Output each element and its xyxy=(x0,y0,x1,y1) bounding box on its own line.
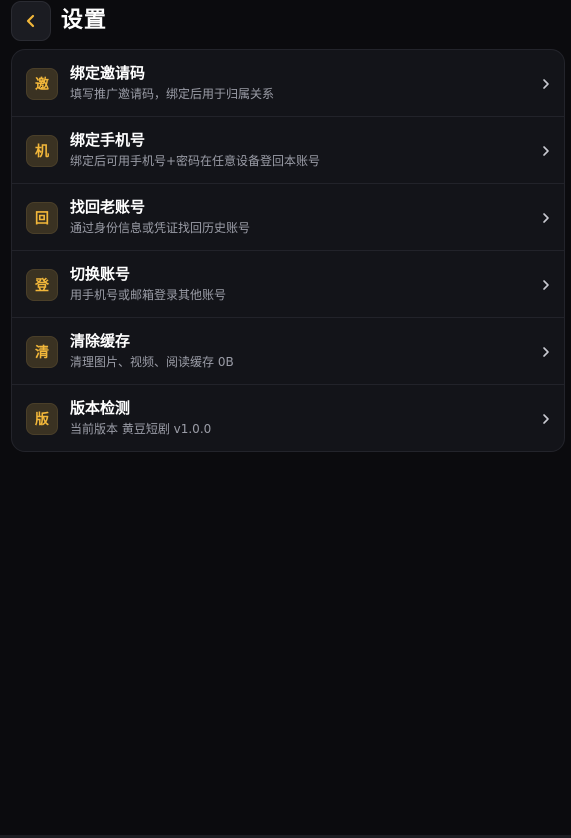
setting-item-description: 用手机号或邮箱登录其他账号 xyxy=(70,288,227,302)
setting-item-bind-invite-code[interactable]: 邀 绑定邀请码 填写推广邀请码，绑定后用于归属关系 xyxy=(12,50,564,117)
page-title: 设置 xyxy=(61,8,108,33)
back-button[interactable] xyxy=(11,1,51,41)
setting-item-title: 清除缓存 xyxy=(70,332,131,350)
chevron-left-icon xyxy=(26,14,35,28)
setting-item-title: 绑定邀请码 xyxy=(70,64,146,82)
setting-item-title: 版本检测 xyxy=(70,399,131,417)
setting-item-version-check[interactable]: 版 版本检测 当前版本 黄豆短剧 v1.0.0 xyxy=(12,385,564,451)
chevron-right-icon xyxy=(543,280,549,290)
chevron-right-icon xyxy=(543,347,549,357)
settings-list: 邀 绑定邀请码 填写推广邀请码，绑定后用于归属关系 机 绑定手机号 绑定后可用手… xyxy=(11,49,565,452)
chevron-right-icon xyxy=(543,79,549,89)
setting-item-recover-account[interactable]: 回 找回老账号 通过身份信息或凭证找回历史账号 xyxy=(12,184,564,251)
setting-item-description: 当前版本 黄豆短剧 v1.0.0 xyxy=(70,422,212,436)
setting-item-switch-account[interactable]: 登 切换账号 用手机号或邮箱登录其他账号 xyxy=(12,251,564,318)
version-badge-icon: 版 xyxy=(26,403,58,435)
setting-item-title: 绑定手机号 xyxy=(70,131,146,149)
setting-item-clear-cache[interactable]: 清 清除缓存 清理图片、视频、阅读缓存 0B xyxy=(12,318,564,385)
clear-badge-icon: 清 xyxy=(26,336,58,368)
setting-item-title: 切换账号 xyxy=(70,265,131,283)
chevron-right-icon xyxy=(543,146,549,156)
setting-item-bind-phone[interactable]: 机 绑定手机号 绑定后可用手机号+密码在任意设备登回本账号 xyxy=(12,117,564,184)
setting-item-description: 绑定后可用手机号+密码在任意设备登回本账号 xyxy=(70,154,321,168)
invite-badge-icon: 邀 xyxy=(26,68,58,100)
login-badge-icon: 登 xyxy=(26,269,58,301)
header: 设置 xyxy=(0,0,571,42)
setting-item-title: 找回老账号 xyxy=(70,198,146,216)
setting-item-description: 通过身份信息或凭证找回历史账号 xyxy=(70,221,251,235)
recover-badge-icon: 回 xyxy=(26,202,58,234)
setting-item-description: 清理图片、视频、阅读缓存 0B xyxy=(70,355,234,369)
chevron-right-icon xyxy=(543,414,549,424)
setting-item-description: 填写推广邀请码，绑定后用于归属关系 xyxy=(70,87,275,101)
phone-badge-icon: 机 xyxy=(26,135,58,167)
chevron-right-icon xyxy=(543,213,549,223)
